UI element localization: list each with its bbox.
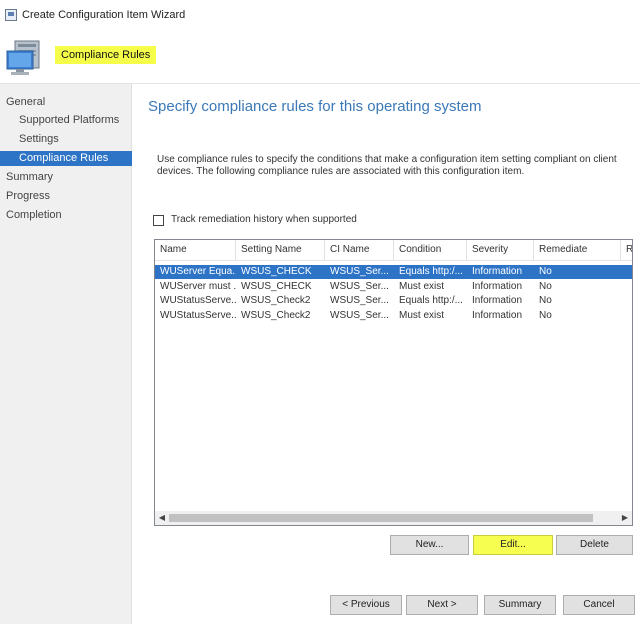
- cell-severity: Information: [472, 295, 523, 306]
- cell-remediate: No: [539, 310, 552, 321]
- scroll-right-icon[interactable]: ▶: [618, 511, 632, 525]
- cell-condition: Equals http:/...: [399, 266, 463, 277]
- cell-condition: Equals http:/...: [399, 295, 463, 306]
- column-header-remediate[interactable]: Remediate: [534, 240, 621, 260]
- table-row[interactable]: WUStatusServe... WSUS_Check2 WSUS_Ser...…: [155, 309, 632, 323]
- cell-name: WUStatusServe...: [160, 310, 236, 321]
- cell-remediate: No: [539, 281, 552, 292]
- cell-severity: Information: [472, 266, 523, 277]
- cell-setting-name: WSUS_CHECK: [241, 281, 312, 292]
- cell-ci-name: WSUS_Ser...: [330, 281, 389, 292]
- cell-setting-name: WSUS_Check2: [241, 310, 311, 321]
- cell-setting-name: WSUS_CHECK: [241, 266, 312, 277]
- column-header-setting-name[interactable]: Setting Name: [236, 240, 325, 260]
- cell-ci-name: WSUS_Ser...: [330, 266, 389, 277]
- window-title: Create Configuration Item Wizard: [22, 9, 186, 21]
- delete-button[interactable]: Delete: [556, 535, 633, 555]
- table-row[interactable]: WUStatusServe... WSUS_Check2 WSUS_Ser...…: [155, 294, 632, 308]
- table-row[interactable]: WUServer Equa... WSUS_CHECK WSUS_Ser... …: [155, 265, 632, 279]
- scroll-left-icon[interactable]: ◀: [155, 511, 169, 525]
- section-description: Use compliance rules to specify the cond…: [157, 154, 617, 177]
- nav-item-progress[interactable]: Progress: [0, 189, 132, 204]
- title-bar: Create Configuration Item Wizard: [0, 0, 640, 30]
- cell-remediate: No: [539, 266, 552, 277]
- cell-name: WUServer must ...: [160, 281, 236, 292]
- wizard-header: Compliance Rules: [0, 30, 640, 84]
- new-button[interactable]: New...: [390, 535, 469, 555]
- track-remediation-label: Track remediation history when supported: [171, 214, 357, 225]
- cancel-button[interactable]: Cancel: [563, 595, 635, 615]
- column-header-truncated[interactable]: R: [621, 240, 632, 260]
- cell-setting-name: WSUS_Check2: [241, 295, 311, 306]
- compliance-rules-table[interactable]: Name Setting Name CI Name Condition Seve…: [154, 239, 633, 526]
- nav-item-completion[interactable]: Completion: [0, 208, 132, 223]
- horizontal-scrollbar[interactable]: ◀ ▶: [155, 511, 632, 525]
- column-header-name[interactable]: Name: [155, 240, 236, 260]
- edit-button[interactable]: Edit...: [473, 535, 553, 555]
- previous-button[interactable]: < Previous: [330, 595, 402, 615]
- summary-button[interactable]: Summary: [484, 595, 556, 615]
- cell-name: WUStatusServe...: [160, 295, 236, 306]
- nav-item-general[interactable]: General: [0, 95, 132, 110]
- nav-item-summary[interactable]: Summary: [0, 170, 132, 185]
- column-header-ci-name[interactable]: CI Name: [325, 240, 394, 260]
- cell-remediate: No: [539, 295, 552, 306]
- cell-condition: Must exist: [399, 310, 445, 321]
- track-remediation-checkbox[interactable]: [153, 215, 164, 226]
- column-header-condition[interactable]: Condition: [394, 240, 467, 260]
- cell-severity: Information: [472, 281, 523, 292]
- section-heading: Specify compliance rules for this operat…: [148, 98, 482, 115]
- wizard-nav: General Supported Platforms Settings Com…: [0, 84, 132, 624]
- column-header-severity[interactable]: Severity: [467, 240, 534, 260]
- nav-item-supported-platforms[interactable]: Supported Platforms: [0, 113, 132, 128]
- next-button[interactable]: Next >: [406, 595, 478, 615]
- computer-icon: [6, 40, 40, 75]
- cell-name: WUServer Equa...: [160, 266, 236, 277]
- cell-condition: Must exist: [399, 281, 445, 292]
- cell-ci-name: WSUS_Ser...: [330, 295, 389, 306]
- page-title: Compliance Rules: [55, 46, 157, 64]
- table-header: Name Setting Name CI Name Condition Seve…: [155, 240, 632, 261]
- nav-item-settings[interactable]: Settings: [0, 132, 132, 147]
- nav-item-compliance-rules[interactable]: Compliance Rules: [0, 151, 132, 166]
- table-row[interactable]: WUServer must ... WSUS_CHECK WSUS_Ser...…: [155, 280, 632, 294]
- main-panel: Specify compliance rules for this operat…: [133, 84, 640, 624]
- scrollbar-thumb[interactable]: [169, 514, 593, 522]
- cell-severity: Information: [472, 310, 523, 321]
- cell-ci-name: WSUS_Ser...: [330, 310, 389, 321]
- app-icon: [5, 9, 17, 21]
